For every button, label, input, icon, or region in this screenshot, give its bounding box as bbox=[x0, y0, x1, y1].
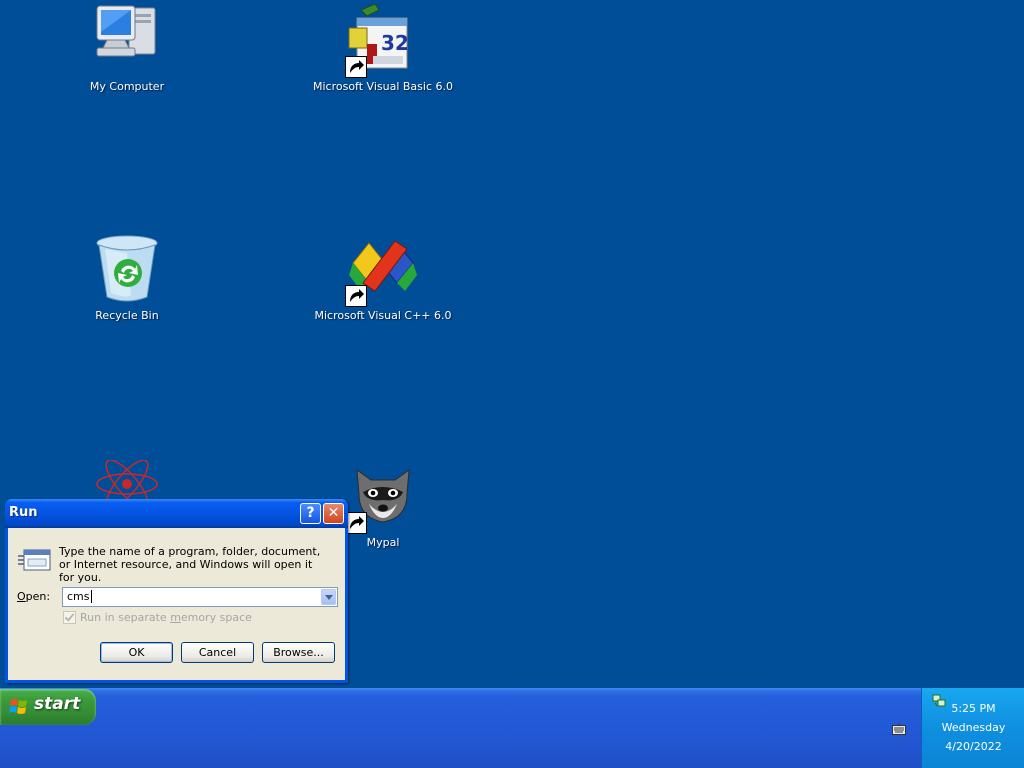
desktop-icon-label: My Computer bbox=[89, 80, 165, 93]
open-input[interactable]: cms bbox=[67, 590, 90, 603]
system-tray: 5:25 PM Wednesday 4/20/2022 bbox=[921, 688, 1024, 768]
browse-button[interactable]: Browse... bbox=[262, 642, 335, 663]
desktop-icon-label: Recycle Bin bbox=[95, 309, 159, 322]
svg-text:32: 32 bbox=[381, 31, 409, 55]
visual-basic-icon: 32 bbox=[345, 3, 419, 78]
run-prompt-text: Type the name of a program, folder, docu… bbox=[59, 545, 321, 584]
open-label: Open: bbox=[17, 590, 51, 603]
memory-space-checkbox bbox=[63, 611, 76, 624]
desktop-icon-my-computer[interactable]: My Computer bbox=[52, 4, 202, 93]
memory-space-label: Run in separate memory space bbox=[80, 611, 252, 624]
run-icon bbox=[18, 549, 51, 571]
help-button[interactable]: ? bbox=[300, 503, 321, 524]
start-label: start bbox=[34, 694, 81, 714]
close-icon: ✕ bbox=[327, 505, 340, 521]
ok-button[interactable]: OK bbox=[100, 642, 173, 663]
desktop-icon-visual-cpp[interactable]: Microsoft Visual C++ 6.0 bbox=[308, 233, 458, 322]
clock-day: Wednesday bbox=[941, 721, 1006, 734]
desktop-icon-visual-basic[interactable]: 32 Microsoft Visual Basic 6.0 bbox=[308, 3, 458, 93]
close-button[interactable]: ✕ bbox=[323, 503, 344, 524]
run-dialog-title: Run bbox=[9, 505, 38, 520]
shortcut-arrow-icon bbox=[345, 285, 367, 307]
taskbar: start 5:25 PM Wednesday 4/20/2022 bbox=[0, 688, 1024, 768]
desktop-icon-recycle-bin[interactable]: Recycle Bin bbox=[52, 233, 202, 322]
visual-cpp-icon bbox=[345, 233, 419, 307]
clock-time[interactable]: 5:25 PM bbox=[922, 702, 1024, 715]
run-dialog: Run ? ✕ Type the name of a program, fold… bbox=[5, 499, 348, 683]
desktop-icon-label: Microsoft Visual C++ 6.0 bbox=[314, 309, 452, 322]
dropdown-button[interactable] bbox=[321, 589, 336, 605]
run-dialog-titlebar[interactable]: Run ? ✕ bbox=[5, 499, 348, 528]
start-button[interactable]: start bbox=[0, 689, 96, 725]
help-icon: ? bbox=[306, 505, 315, 521]
clock-date: 4/20/2022 bbox=[945, 740, 1002, 753]
mypal-icon bbox=[345, 460, 419, 534]
run-dialog-body: Type the name of a program, folder, docu… bbox=[8, 528, 345, 680]
my-computer-icon bbox=[91, 4, 163, 76]
desktop-icon-label: Microsoft Visual Basic 6.0 bbox=[312, 80, 453, 93]
windows-flag-icon bbox=[9, 699, 27, 714]
text-caret bbox=[91, 590, 92, 603]
shortcut-arrow-icon bbox=[345, 56, 367, 78]
recycle-bin-icon bbox=[91, 233, 163, 305]
keyboard-icon[interactable] bbox=[892, 723, 906, 735]
cancel-button[interactable]: Cancel bbox=[181, 642, 254, 663]
open-combobox[interactable]: cms bbox=[62, 587, 338, 607]
shortcut-arrow-icon bbox=[345, 512, 367, 534]
